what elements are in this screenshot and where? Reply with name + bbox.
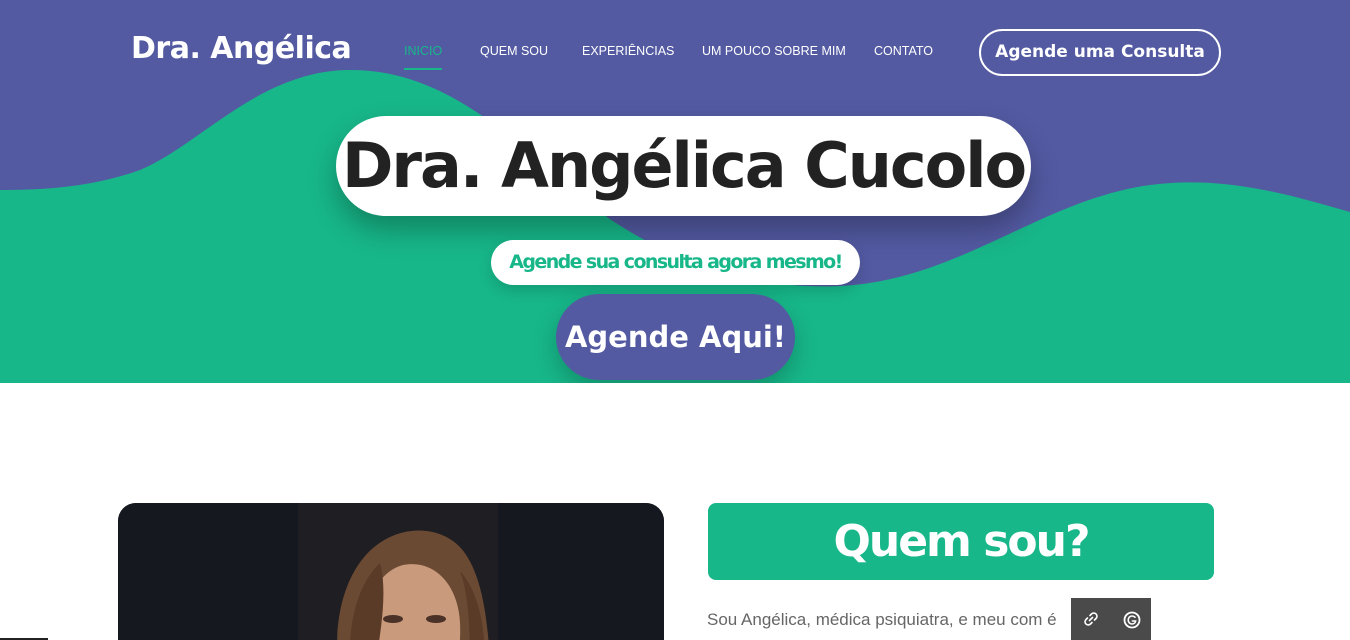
- agende-aqui-button[interactable]: Agende Aqui!: [556, 294, 795, 380]
- nav-item-quem-sou[interactable]: QUEM SOU: [480, 44, 548, 58]
- hero-subtitle: Agende sua consulta agora mesmo!: [491, 240, 860, 285]
- hero-title: Dra. Angélica Cucolo: [336, 116, 1031, 216]
- portrait-image: [118, 503, 664, 640]
- quem-sou-heading: Quem sou?: [708, 503, 1214, 580]
- grammarly-icon[interactable]: [1111, 598, 1151, 640]
- schedule-consultation-button[interactable]: Agende uma Consulta: [979, 29, 1221, 76]
- hero-section: Dra. Angélica INICIO QUEM SOU EXPERIÊNCI…: [0, 0, 1350, 383]
- nav-item-inicio[interactable]: INICIO: [404, 44, 443, 70]
- nav-item-contato[interactable]: CONTATO: [874, 44, 933, 58]
- floating-toolbar: [1071, 598, 1151, 640]
- doctor-photo: [118, 503, 664, 640]
- nav-item-experiencias[interactable]: EXPERIÊNCIAS: [582, 44, 674, 58]
- link-icon[interactable]: [1071, 598, 1111, 640]
- nav-item-um-pouco-sobre-mim[interactable]: UM POUCO SOBRE MIM: [702, 44, 846, 58]
- site-logo[interactable]: Dra. Angélica: [131, 31, 352, 66]
